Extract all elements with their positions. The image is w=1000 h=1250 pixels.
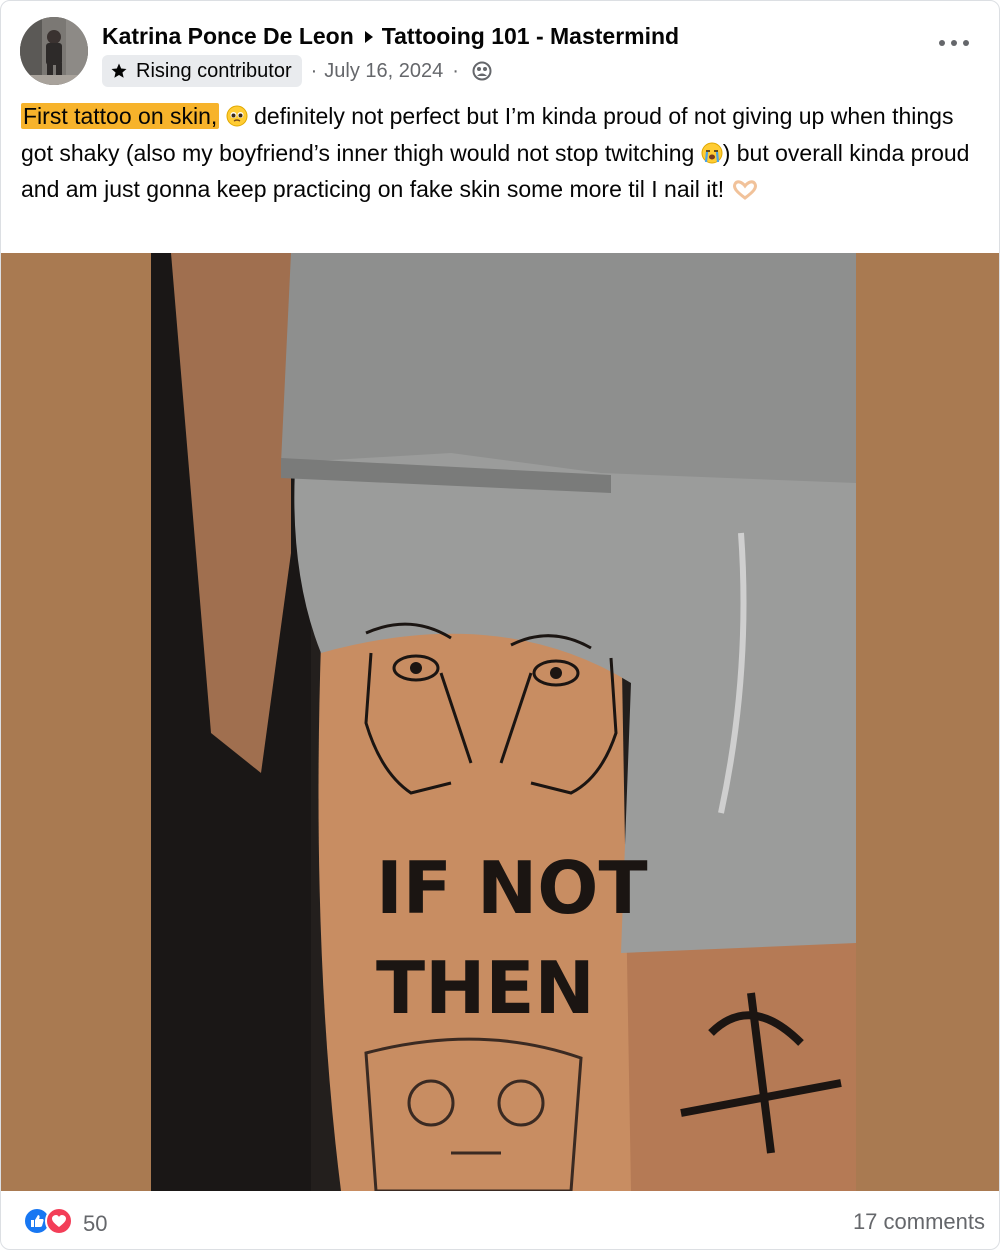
meta-separator: · bbox=[310, 59, 318, 82]
author-name[interactable]: Katrina Ponce De Leon bbox=[102, 23, 354, 50]
triangle-right-icon bbox=[364, 23, 374, 50]
author-avatar[interactable] bbox=[20, 17, 88, 85]
badge-label: Rising contributor bbox=[136, 59, 292, 82]
star-icon bbox=[110, 62, 128, 80]
post-card: Katrina Ponce De Leon Tattooing 101 - Ma… bbox=[0, 0, 1000, 1250]
group-name[interactable]: Tattooing 101 - Mastermind bbox=[382, 23, 679, 50]
group-privacy-icon bbox=[472, 61, 492, 81]
contributor-badge[interactable]: Rising contributor bbox=[102, 55, 302, 87]
heart-hands-emoji-icon bbox=[731, 176, 759, 210]
love-reaction-icon bbox=[45, 1207, 73, 1240]
reaction-count: 50 bbox=[83, 1210, 108, 1236]
post-body: First tattoo on skin, definitely not per… bbox=[21, 100, 981, 210]
post-title-line: Katrina Ponce De Leon Tattooing 101 - Ma… bbox=[102, 23, 679, 50]
tattoo-text-line1: IF NOT bbox=[376, 846, 648, 930]
post-meta: Rising contributor · July 16, 2024 · bbox=[102, 55, 492, 87]
tattoo-text-line2: THEN bbox=[376, 946, 595, 1030]
highlighted-text: First tattoo on skin, bbox=[21, 103, 220, 129]
more-options-icon[interactable] bbox=[939, 33, 969, 53]
post-date[interactable]: July 16, 2024 bbox=[324, 60, 443, 83]
comments-count-link[interactable]: 17 comments bbox=[853, 1209, 985, 1235]
pleading-face-emoji-icon bbox=[226, 103, 248, 137]
post-photo[interactable]: IF NOT THEN bbox=[151, 253, 856, 1191]
post-header: Katrina Ponce De Leon Tattooing 101 - Ma… bbox=[1, 1, 999, 93]
crying-face-emoji-icon bbox=[701, 140, 723, 174]
post-footer: 50 17 comments bbox=[1, 1191, 999, 1249]
meta-separator-2: · bbox=[452, 59, 459, 82]
post-photo-container: IF NOT THEN bbox=[1, 253, 999, 1191]
reactions-summary[interactable]: 50 bbox=[23, 1207, 107, 1240]
